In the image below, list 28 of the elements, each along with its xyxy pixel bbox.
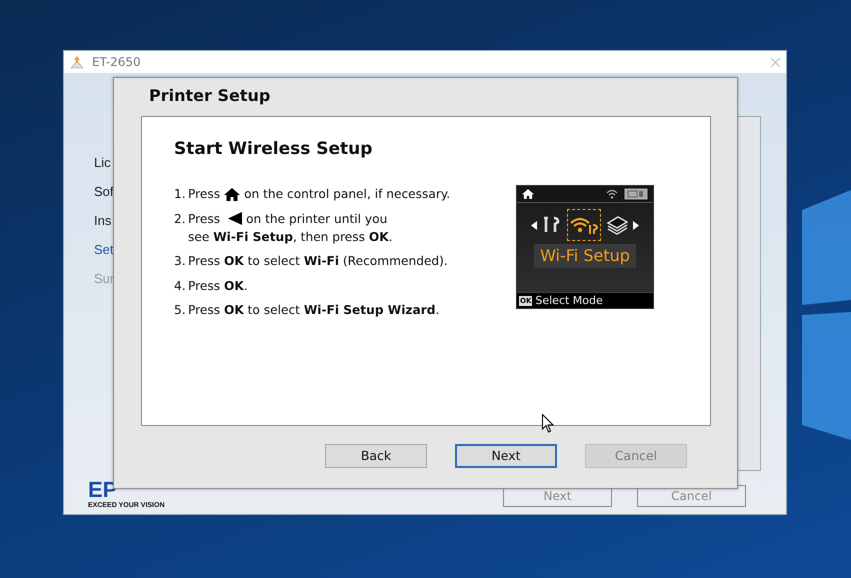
step-number: 5. (174, 302, 187, 319)
instruction-text: Press OK. (188, 278, 248, 295)
step-number: 3. (174, 253, 187, 270)
app-icon (70, 55, 84, 69)
step-number: 1. (174, 186, 187, 204)
instruction-text: Press (188, 210, 220, 228)
mode-label: Wi-Fi Setup (534, 244, 636, 268)
next-button[interactable]: Next (455, 444, 557, 468)
instruction-text: Press OK to select Wi-Fi Setup Wizard. (188, 302, 440, 319)
back-button[interactable]: Back (325, 444, 427, 468)
instruction-text: see Wi-Fi Setup, then press OK. (188, 228, 393, 246)
instruction-heading: Start Wireless Setup (174, 139, 374, 160)
window-title: ET-2650 (92, 54, 141, 71)
step-number: 2. (174, 210, 187, 228)
step-number: 4. (174, 278, 187, 295)
home-icon (522, 189, 534, 200)
instruction-text: on the printer until you (246, 210, 388, 228)
instruction-text: on the control panel, if necessary. (244, 186, 450, 204)
left-arrow-icon (531, 220, 537, 230)
home-icon (224, 188, 240, 202)
wifi-icon (606, 189, 618, 200)
instruction-text: Press (188, 186, 220, 204)
right-arrow-icon (633, 220, 639, 230)
close-icon[interactable] (771, 58, 780, 66)
dialog-title: Printer Setup (148, 85, 272, 107)
instruction-text: Press OK to select Wi-Fi (Recommended). (188, 253, 448, 270)
hint-text: Select Mode (535, 292, 603, 309)
left-arrow-icon (228, 212, 242, 226)
